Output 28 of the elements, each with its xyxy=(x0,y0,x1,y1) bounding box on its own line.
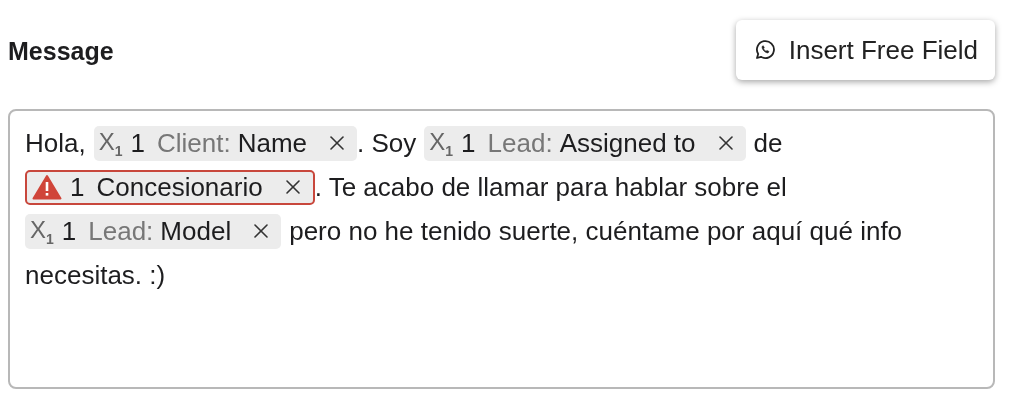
field-name: Concesionario xyxy=(96,171,263,203)
variable-field-tag[interactable]: X$_{1}$ 1 Client: Name xyxy=(93,125,358,161)
field-name: Assigned to xyxy=(559,127,696,159)
variable-symbol: X$_{1}$ xyxy=(98,127,123,159)
warning-field-tag[interactable]: 1 Concesionario xyxy=(25,169,315,205)
field-source: Lead: xyxy=(88,215,154,247)
field-name: Model xyxy=(160,215,232,247)
field-source: Client: xyxy=(157,127,231,159)
field-count: 1 xyxy=(70,171,85,203)
message-text: necesitas. :) xyxy=(25,259,166,291)
warning-icon xyxy=(32,174,62,200)
variable-field-tag[interactable]: X$_{1}$ 1 Lead: Model xyxy=(25,213,282,249)
message-text: pero no he tenido suerte, cuéntame por aquí qué info xyxy=(289,215,903,247)
message-heading: Message xyxy=(8,36,114,66)
field-count: 1 xyxy=(130,127,145,159)
field-count: 1 xyxy=(461,127,476,159)
insert-free-field-button[interactable]: Insert Free Field xyxy=(735,20,995,80)
variable-symbol: X$_{1}$ xyxy=(30,215,54,247)
field-source: Lead: xyxy=(487,127,553,159)
variable-field-tag[interactable]: X$_{1}$ 1 Lead: Assigned to xyxy=(424,125,746,161)
message-text: Hola, xyxy=(25,127,86,159)
field-name: Name xyxy=(237,127,308,159)
field-count: 1 xyxy=(61,215,77,247)
message-text: . Te acabo de llamar para hablar sobre el xyxy=(314,171,787,203)
message-text: de xyxy=(753,127,783,159)
variable-symbol: X$_{1}$ xyxy=(429,127,454,159)
message-editor[interactable] xyxy=(8,109,995,389)
message-text: . Soy xyxy=(357,127,417,159)
